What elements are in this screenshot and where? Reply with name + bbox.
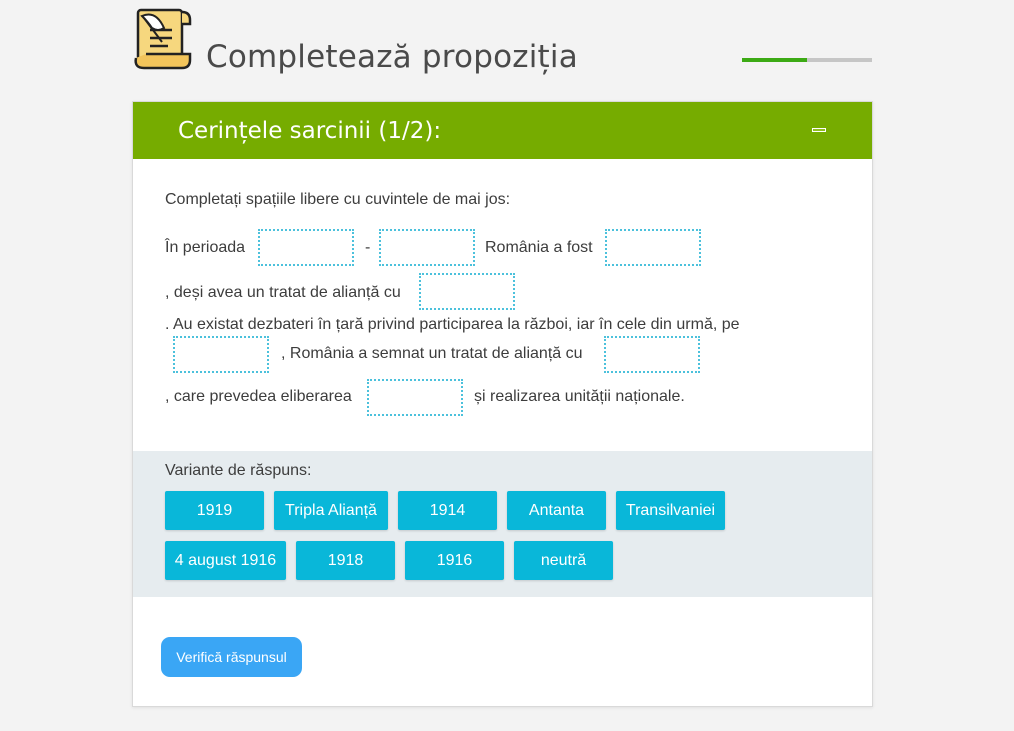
blank-drop-zone-3[interactable]: [605, 229, 701, 266]
sentence-text-2: -: [365, 239, 371, 256]
answer-chip-tripla-alianta[interactable]: Tripla Alianță: [274, 491, 388, 530]
task-card-header: Cerințele sarcinii (1/2):: [133, 102, 872, 159]
blank-drop-zone-7[interactable]: [367, 379, 463, 416]
answer-chip-antanta[interactable]: Antanta: [507, 491, 606, 530]
answer-chip-4-august-1916[interactable]: 4 august 1916: [165, 541, 286, 580]
task-card-title: Cerințele sarcinii (1/2):: [178, 118, 442, 144]
answer-chip-neutra[interactable]: neutră: [514, 541, 613, 580]
sentence-text-4: , deși avea un tratat de alianță cu: [165, 284, 401, 301]
blank-drop-zone-4[interactable]: [419, 273, 515, 310]
task-card: Cerințele sarcinii (1/2): Completați spa…: [132, 101, 873, 707]
blank-drop-zone-5[interactable]: [173, 336, 269, 373]
blank-drop-zone-2[interactable]: [379, 229, 475, 266]
sentence-text-3: România a fost: [485, 239, 593, 256]
sentence-text-1: În perioada: [165, 239, 246, 256]
answer-chip-transilvaniei[interactable]: Transilvaniei: [616, 491, 725, 530]
progress-bar: [742, 58, 872, 62]
page-title: Completează propoziția: [206, 38, 578, 75]
progress-bar-fill: [742, 58, 807, 62]
answer-chip-1919[interactable]: 1919: [165, 491, 264, 530]
scroll-quill-logo-icon: [132, 4, 196, 72]
sentence-text-8: și realizarea unității naționale.: [474, 388, 685, 405]
blank-drop-zone-1[interactable]: [258, 229, 354, 266]
sentence-text-7: , care prevedea eliberarea: [165, 388, 352, 405]
answer-chip-1918[interactable]: 1918: [296, 541, 395, 580]
instruction-text: Completați spațiile libere cu cuvintele …: [165, 191, 511, 208]
answer-options-panel: Variante de răspuns: 1919 Tripla Alianță…: [133, 451, 872, 597]
sentence-text-6: , România a semnat un tratat de alianță …: [281, 345, 583, 362]
options-label: Variante de răspuns:: [165, 462, 312, 479]
check-answer-button[interactable]: Verifică răspunsul: [161, 637, 302, 677]
collapse-button[interactable]: [812, 128, 826, 132]
answer-chip-1916[interactable]: 1916: [405, 541, 504, 580]
answer-chip-1914[interactable]: 1914: [398, 491, 497, 530]
sentence-text-5: . Au existat dezbateri în țară privind p…: [165, 316, 740, 333]
blank-drop-zone-6[interactable]: [604, 336, 700, 373]
